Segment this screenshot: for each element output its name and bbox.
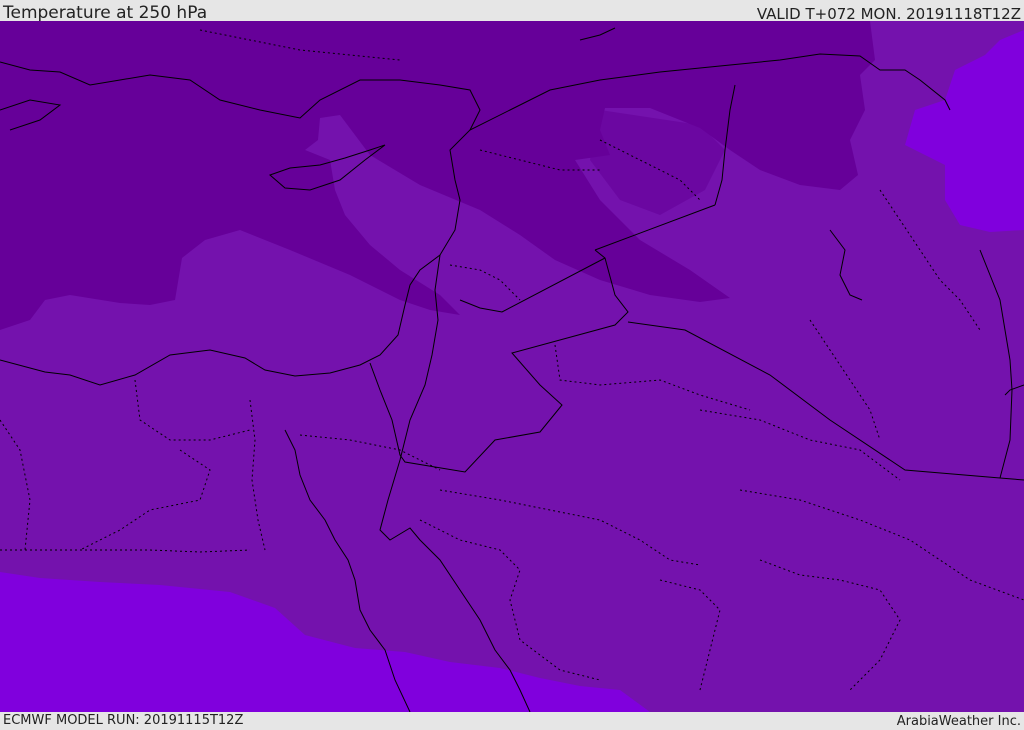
credit-label: ArabiaWeather Inc. — [896, 714, 1021, 729]
map-canvas — [0, 21, 1024, 712]
header-bar: Temperature at 250 hPa VALID T+072 MON. … — [0, 0, 1024, 23]
weather-map[interactable] — [0, 21, 1024, 712]
model-run-label: ECMWF MODEL RUN: 20191115T12Z — [3, 713, 244, 728]
map-title: Temperature at 250 hPa — [3, 3, 208, 23]
footer-bar: ECMWF MODEL RUN: 20191115T12Z ArabiaWeat… — [0, 712, 1024, 729]
